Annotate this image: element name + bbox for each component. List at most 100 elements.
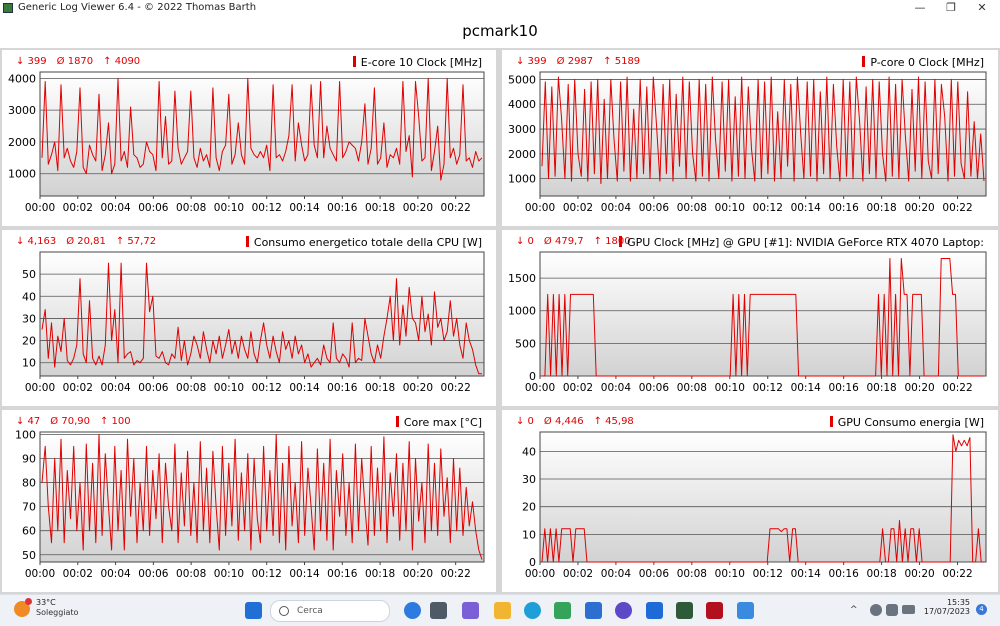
battery-icon[interactable] xyxy=(902,605,915,614)
speaker-icon[interactable] xyxy=(886,604,898,616)
stat-max: ↑ 57,72 xyxy=(115,236,157,247)
y-tick-label: 60 xyxy=(22,525,36,538)
chart-canvas: 1000 2000 3000 4000 5000 00:00 00:02 00:04 00:06… xyxy=(508,71,987,214)
y-tick-label: 3000 xyxy=(8,104,36,117)
close-button[interactable]: ✕ xyxy=(967,0,997,17)
x-tick-label: 00:16 xyxy=(327,382,358,394)
chart-panel-pcore-clock: 1000 2000 3000 4000 5000 00:00 00:02 00:04 00:06… xyxy=(502,50,998,226)
x-tick-label: 00:14 xyxy=(791,202,822,214)
task-view-icon[interactable] xyxy=(430,602,447,619)
plot-area xyxy=(39,71,485,197)
x-tick-label: 00:20 xyxy=(403,382,433,394)
x-tick-label: 00:12 xyxy=(252,382,282,394)
chart-panel-gpu-clock: 0 500 1000 1500 00:00 00:02 00:04 00:06 00:08 00:… xyxy=(502,230,998,406)
bing-icon[interactable] xyxy=(404,602,421,619)
search-box[interactable]: Cerca xyxy=(270,600,390,622)
stat-min: ↓ 4,163 xyxy=(16,236,57,247)
minimize-button[interactable]: — xyxy=(905,0,935,17)
x-tick-label: 00:18 xyxy=(365,382,395,394)
x-tick-label: 00:10 xyxy=(214,568,244,580)
stat-max: ↑ 4090 xyxy=(103,56,141,67)
x-tick-label: 00:08 xyxy=(176,382,206,394)
x-tick-label: 00:04 xyxy=(601,202,632,214)
x-tick-label: 00:02 xyxy=(563,382,593,394)
x-tick-label: 00:16 xyxy=(327,568,358,580)
tray-chevron-icon[interactable]: ^ xyxy=(850,605,858,615)
chart-stats: ↓ 47 Ø 70,90 ↑ 100 xyxy=(16,416,141,427)
y-tick-label: 80 xyxy=(22,477,36,490)
x-tick-label: 00:22 xyxy=(942,568,972,580)
clock-date: 17/07/2023 xyxy=(923,607,970,616)
x-tick-label: 00:18 xyxy=(365,202,395,214)
window-title: Generic Log Viewer 6.4 - © 2022 Thomas B… xyxy=(18,2,257,13)
x-tick-label: 00:20 xyxy=(904,382,934,394)
clock-time: 15:35 xyxy=(946,598,970,607)
chart-title-text: Core max [°C] xyxy=(403,416,482,429)
chart-title: Consumo energetico totale della CPU [W] xyxy=(245,236,482,249)
x-tick-label: 00:12 xyxy=(753,568,783,580)
stat-max: ↑ 45,98 xyxy=(593,416,634,427)
y-tick-label: 1500 xyxy=(508,272,536,285)
y-tick-label: 40 xyxy=(522,445,536,458)
edge-icon[interactable] xyxy=(524,602,541,619)
x-tick-label: 00:16 xyxy=(327,202,358,214)
stat-avg: Ø 70,90 xyxy=(50,416,90,427)
y-tick-label: 10 xyxy=(22,357,36,370)
series-color-swatch xyxy=(862,56,866,67)
series-color-swatch xyxy=(352,56,356,67)
x-tick-label: 00:04 xyxy=(100,568,131,580)
y-tick-label: 3000 xyxy=(508,123,536,136)
x-tick-label: 00:06 xyxy=(138,382,169,394)
chart-title-text: P-core 0 Clock [MHz] xyxy=(870,56,984,69)
store-icon[interactable] xyxy=(554,602,571,619)
x-tick-label: 00:18 xyxy=(866,568,896,580)
wifi-icon[interactable] xyxy=(870,604,882,616)
app-icon-teams[interactable] xyxy=(646,602,663,619)
y-tick-label: 30 xyxy=(522,473,536,486)
x-tick-label: 00:14 xyxy=(791,568,822,580)
x-tick-label: 00:12 xyxy=(252,568,282,580)
app-icon-purple[interactable] xyxy=(615,602,632,619)
x-tick-label: 00:06 xyxy=(639,568,670,580)
weather-description[interactable]: Soleggiato xyxy=(36,608,78,617)
app-icon-blue[interactable] xyxy=(585,602,602,619)
app-icon-photos[interactable] xyxy=(737,602,754,619)
x-tick-label: 00:22 xyxy=(441,202,471,214)
restore-button[interactable]: ❐ xyxy=(936,0,966,17)
chart-title: GPU Consumo energia [W] xyxy=(829,416,984,429)
stat-avg: Ø 20,81 xyxy=(66,236,106,247)
series-color-swatch xyxy=(829,416,833,427)
y-tick-label: 10 xyxy=(522,528,536,541)
x-tick-label: 00:08 xyxy=(176,568,206,580)
y-tick-label: 1000 xyxy=(508,305,536,318)
chart-title: GPU Clock [MHz] @ GPU [#1]: NVIDIA GeFor… xyxy=(619,236,984,249)
chart-panel-core-max-temp: 50 60 70 80 90 100 00:00 00:02 00:04 00:06 00:08 00… xyxy=(2,410,496,592)
notification-badge[interactable]: 4 xyxy=(976,604,987,615)
start-menu-icon[interactable] xyxy=(245,602,262,619)
y-tick-label: 50 xyxy=(22,268,36,281)
y-tick-label: 100 xyxy=(15,428,36,441)
y-tick-label: 2000 xyxy=(508,148,536,161)
x-tick-label: 00:08 xyxy=(677,568,707,580)
teams-chat-icon[interactable] xyxy=(462,602,479,619)
log-viewer-icon[interactable] xyxy=(676,602,693,619)
chart-title: E-core 10 Clock [MHz] xyxy=(352,56,482,69)
search-placeholder: Cerca xyxy=(297,606,323,616)
x-tick-label: 00:10 xyxy=(214,202,244,214)
x-tick-label: 00:04 xyxy=(100,202,131,214)
x-tick-label: 00:10 xyxy=(715,202,745,214)
y-tick-label: 2000 xyxy=(8,136,36,149)
weather-badge xyxy=(25,598,32,605)
weather-temperature[interactable]: 33°C xyxy=(36,598,56,607)
chart-stats: ↓ 399 Ø 1870 ↑ 4090 xyxy=(16,56,150,67)
file-explorer-icon[interactable] xyxy=(494,602,511,619)
x-tick-label: 00:08 xyxy=(677,202,707,214)
clock[interactable]: 15:35 17/07/2023 xyxy=(920,598,970,616)
x-tick-label: 00:00 xyxy=(25,568,55,580)
y-tick-label: 4000 xyxy=(8,72,36,85)
pcmark10-icon[interactable] xyxy=(706,602,723,619)
x-tick-label: 00:04 xyxy=(601,382,632,394)
y-tick-label: 20 xyxy=(522,501,536,514)
x-tick-label: 00:18 xyxy=(866,382,896,394)
x-tick-label: 00:22 xyxy=(441,568,471,580)
